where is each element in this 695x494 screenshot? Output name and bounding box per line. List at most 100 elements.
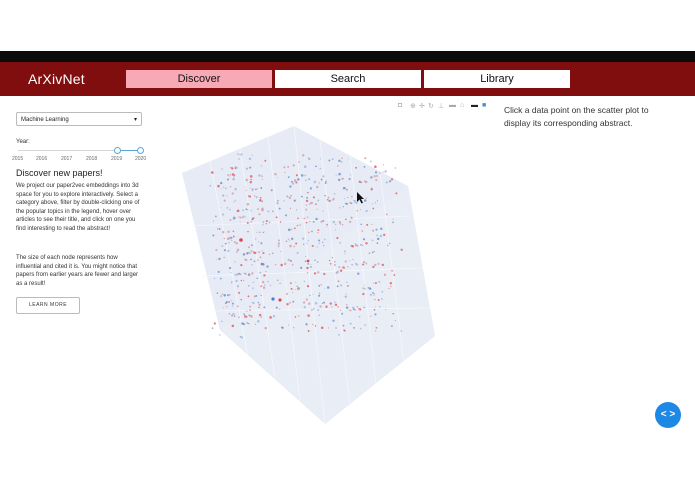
scatter-point[interactable] [338,221,342,224]
scatter-point[interactable] [264,159,267,162]
scatter-point[interactable] [248,322,250,325]
scatter-point[interactable] [348,220,352,223]
scatter-point[interactable] [341,157,343,159]
scatter-point[interactable] [365,262,368,265]
scatter-point[interactable] [390,178,394,181]
scatter-point[interactable] [269,284,272,287]
scatter-point[interactable] [230,314,234,317]
scatter-point[interactable] [343,329,346,332]
scatter-point[interactable] [320,178,323,181]
scatter-point[interactable] [339,269,343,272]
scatter-point[interactable] [361,244,363,246]
scatter-point[interactable] [316,261,319,263]
scatter-point[interactable] [277,239,280,242]
scatter-point[interactable] [244,316,247,319]
scatter-point[interactable] [342,224,344,226]
scatter-point[interactable] [294,316,297,318]
scatter-point[interactable] [228,313,231,315]
scatter-point[interactable] [372,207,375,210]
scatter-point[interactable] [251,301,253,304]
scatter-point[interactable] [258,306,260,309]
scatter-point[interactable] [272,315,276,318]
scatter-point[interactable] [354,309,356,311]
scatter-point[interactable] [287,258,291,262]
scatter-point[interactable] [245,189,247,191]
scatter-point[interactable] [240,279,243,282]
scatter-point[interactable] [382,171,384,173]
scatter-point[interactable] [310,264,312,265]
scatter-point[interactable] [249,166,252,169]
scatter-point[interactable] [232,217,235,220]
scatter-point[interactable] [259,199,262,202]
scatter-point[interactable] [358,315,361,318]
scatter-point[interactable] [297,217,299,220]
scatter-point[interactable] [372,265,375,269]
scatter-point[interactable] [296,251,299,254]
scatter-point[interactable] [309,203,311,205]
scatter-point[interactable] [342,206,344,208]
scatter-point[interactable] [221,245,224,248]
scatter-point[interactable] [268,221,271,224]
scatter-point[interactable] [329,302,332,305]
scatter-point[interactable] [381,263,384,267]
scatter-point[interactable] [365,242,368,245]
scatter-point[interactable] [331,306,333,308]
scatter-point[interactable] [350,216,353,220]
scatter-point[interactable] [218,257,221,261]
scatter-point[interactable] [257,241,259,243]
scatter-point[interactable] [306,266,309,270]
scatter-point[interactable] [308,178,311,180]
scatter-point[interactable] [218,228,221,230]
scatter-point[interactable] [306,216,309,219]
scatter-point[interactable] [342,324,345,327]
scatter-point[interactable] [262,224,264,226]
scatter-point[interactable] [375,179,378,182]
scatter-point[interactable] [248,195,252,198]
scatter-point[interactable] [231,302,234,305]
scatter-point[interactable] [316,185,319,189]
scatter-point[interactable] [241,216,244,219]
scatter-point[interactable] [376,200,379,202]
scatter-point[interactable] [328,199,331,203]
scatter-point[interactable] [300,174,304,177]
scatter-point[interactable] [233,315,236,317]
scatter-point[interactable] [336,237,339,240]
scatter-point[interactable] [376,175,378,177]
scatter-point[interactable] [291,263,294,266]
scatter-point[interactable] [339,241,342,244]
scatter-point[interactable] [377,299,380,301]
scatter-point[interactable] [261,200,263,203]
scatter-point[interactable] [303,243,305,245]
scatter-point[interactable] [305,298,308,301]
scatter-point[interactable] [392,221,394,224]
scatter-point[interactable] [322,301,326,304]
scatter-point[interactable] [255,294,258,297]
scatter-point[interactable] [345,293,347,295]
scatter-point[interactable] [247,295,250,298]
scatter-point[interactable] [372,229,375,232]
scatter-point[interactable] [320,284,322,286]
scatter-point[interactable] [215,215,217,218]
scatter-point[interactable] [229,174,231,176]
scatter-point[interactable] [345,218,347,221]
scatter-point[interactable] [352,259,354,261]
scatter-point[interactable] [277,245,280,248]
scatter-point[interactable] [342,186,346,190]
scatter-point[interactable] [223,199,226,202]
scatter-point[interactable] [295,242,298,245]
scatter-point[interactable] [359,209,362,211]
scatter-point[interactable] [264,231,266,233]
scatter-point[interactable] [351,195,353,198]
scatter-point[interactable] [303,165,307,168]
scatter-point[interactable] [293,245,296,248]
scatter-point[interactable] [317,271,320,274]
scatter-point[interactable] [231,167,234,170]
scatter-point[interactable] [250,315,253,318]
scatter-point[interactable] [378,280,381,283]
scatter-point[interactable] [385,213,388,216]
scatter-point[interactable] [381,290,384,293]
scatter-point[interactable] [373,292,375,295]
scatter-point[interactable] [389,180,392,183]
scatter-point[interactable] [246,221,249,224]
scatter-point[interactable] [305,256,307,258]
